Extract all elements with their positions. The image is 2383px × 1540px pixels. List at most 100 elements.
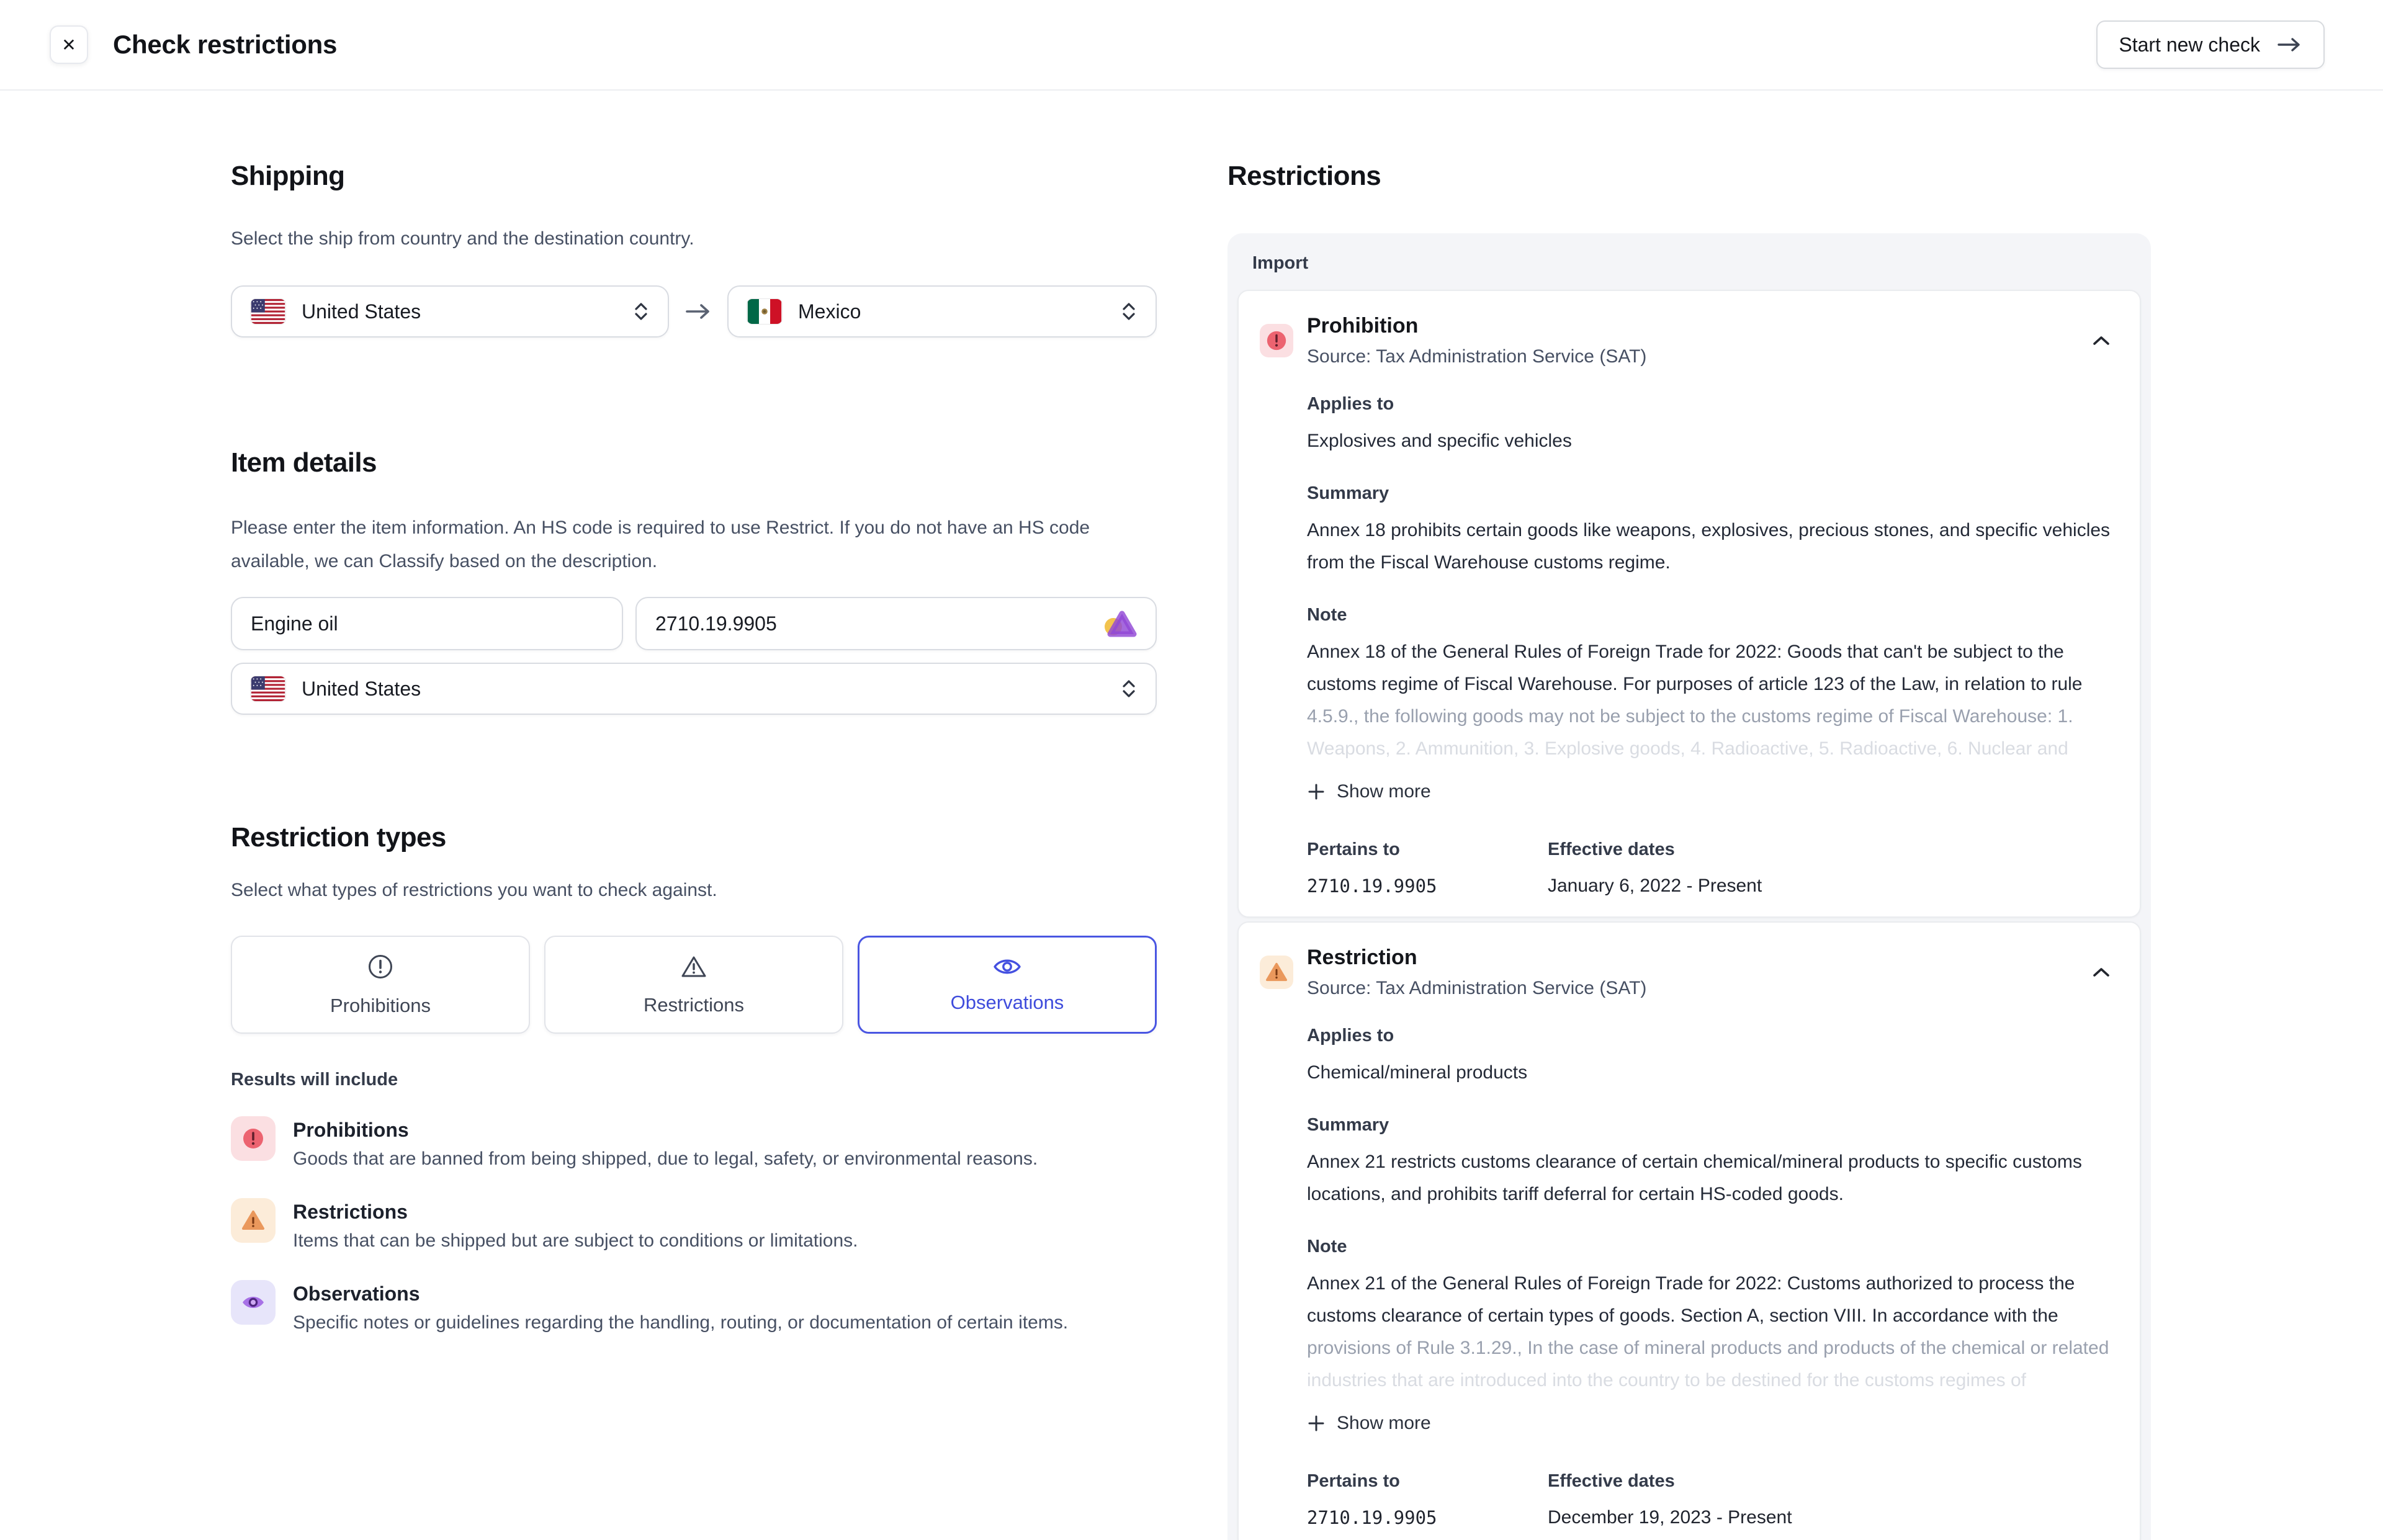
note-line: customs clearance of certain types of go… [1307, 1300, 2121, 1332]
applies-to-label: Applies to [1307, 1024, 2121, 1047]
item-details-subtext: Please enter the item information. An HS… [231, 511, 1157, 578]
note-line: Annex 18 of the General Rules of Foreign… [1307, 636, 2121, 668]
plus-icon [1307, 1414, 1326, 1433]
classify-icon [1101, 607, 1137, 640]
restriction-types-heading: Restriction types [231, 821, 1157, 854]
page-title: Check restrictions [113, 30, 337, 60]
note-value: Annex 21 of the General Rules of Foreign… [1307, 1268, 2121, 1397]
pertains-to-value: 2710.19.9905 [1307, 1506, 1548, 1529]
pertains-to-label: Pertains to [1307, 1470, 1548, 1492]
restriction-badge-icon [1260, 956, 1293, 989]
result-item-description: Goods that are banned from being shipped… [293, 1147, 1038, 1171]
restrictions-heading: Restrictions [1227, 160, 2151, 192]
shipping-subtext: Select the ship from country and the des… [231, 227, 1157, 251]
card-head-text: Restriction Source: Tax Administration S… [1307, 945, 1646, 1000]
restriction-types-subtext: Select what types of restrictions you wa… [231, 879, 1157, 902]
note-line: provisions of Rule 3.1.29., In the case … [1307, 1332, 2121, 1364]
restrictions-column: Restrictions Import Prohibition Sour [1227, 91, 2151, 1540]
note-line: 4.5.9., the following goods may not be s… [1307, 701, 2121, 733]
close-button[interactable]: ✕ [50, 25, 88, 64]
type-card-label: Prohibitions [330, 995, 431, 1017]
arrow-right-icon [2276, 36, 2302, 53]
item-description-input[interactable]: Engine oil [231, 597, 623, 650]
item-country-select[interactable]: United States [231, 663, 1157, 715]
effective-dates-value: December 19, 2023 - Present [1548, 1506, 1792, 1529]
us-flag-icon [251, 676, 285, 701]
restriction-card-restriction: Restriction Source: Tax Administration S… [1237, 921, 2141, 1540]
note-value: Annex 18 of the General Rules of Foreign… [1307, 636, 2121, 765]
eye-icon [992, 956, 1022, 978]
card-type-title: Prohibition [1307, 313, 1646, 338]
shipping-heading: Shipping [231, 160, 1157, 192]
show-more-button[interactable]: Show more [1307, 1407, 1431, 1440]
ship-from-country-select[interactable]: United States [231, 285, 669, 338]
hs-code-value: 2710.19.9905 [655, 612, 1101, 635]
type-card-restrictions[interactable]: Restrictions [544, 936, 843, 1034]
note-line: industries that are introduced into the … [1307, 1364, 2121, 1397]
note-label: Note [1307, 604, 2121, 626]
shipping-direction-arrow-icon [669, 302, 727, 321]
ship-to-country-value: Mexico [798, 300, 861, 323]
results-will-include-label: Results will include [231, 1070, 1157, 1090]
pertains-to-label: Pertains to [1307, 838, 1548, 861]
chevron-updown-icon [633, 300, 649, 323]
chevron-updown-icon [1121, 300, 1137, 323]
note-line: customs regime of Fiscal Warehouse. For … [1307, 668, 2121, 701]
card-type-title: Restriction [1307, 945, 1646, 970]
card-body: Applies to Explosives and specific vehic… [1307, 393, 2121, 898]
result-item-description: Specific notes or guidelines regarding t… [293, 1311, 1068, 1335]
item-inputs-row: Engine oil 2710.19.9905 [231, 597, 1157, 650]
pertains-to-value: 2710.19.9905 [1307, 874, 1548, 898]
import-group-panel: Import Prohibition Source: Tax Administr… [1227, 233, 2151, 1540]
hs-code-input[interactable]: 2710.19.9905 [635, 597, 1157, 650]
prohibition-badge-icon [1260, 324, 1293, 357]
summary-label: Summary [1307, 1114, 2121, 1136]
type-card-prohibitions[interactable]: Prohibitions [231, 936, 530, 1034]
restriction-type-options: Prohibitions Restrictions [231, 936, 1157, 1034]
mexico-flag-icon [747, 299, 782, 324]
show-more-label: Show more [1337, 1413, 1431, 1434]
result-item-observations: Observations Specific notes or guideline… [231, 1280, 1157, 1335]
result-item-title: Prohibitions [293, 1117, 1038, 1142]
applies-to-value: Chemical/mineral products [1307, 1057, 2121, 1089]
pertains-column: Pertains to 2710.19.9905 [1307, 1470, 1548, 1529]
ship-to-country-select[interactable]: Mexico [727, 285, 1157, 338]
result-item-text: Restrictions Items that can be shipped b… [293, 1198, 858, 1253]
effective-dates-label: Effective dates [1548, 1470, 1792, 1492]
applies-to-label: Applies to [1307, 393, 2121, 415]
effective-dates-label: Effective dates [1548, 838, 1762, 861]
us-flag-icon [251, 299, 285, 324]
card-header: Prohibition Source: Tax Administration S… [1260, 313, 2121, 368]
ship-from-country-value: United States [302, 300, 421, 323]
restriction-card-prohibition: Prohibition Source: Tax Administration S… [1237, 290, 2141, 918]
import-group-label: Import [1252, 253, 2141, 274]
main-content: Shipping Select the ship from country an… [0, 91, 2383, 1540]
collapse-card-button[interactable] [2091, 966, 2111, 978]
exclamation-circle-icon [366, 952, 395, 981]
result-item-prohibitions: Prohibitions Goods that are banned from … [231, 1116, 1157, 1171]
dates-column: Effective dates January 6, 2022 - Presen… [1548, 838, 1762, 898]
type-card-observations[interactable]: Observations [858, 936, 1157, 1034]
observation-badge-icon [231, 1280, 276, 1325]
result-item-restrictions: Restrictions Items that can be shipped b… [231, 1198, 1157, 1253]
plus-icon [1307, 782, 1326, 801]
collapse-card-button[interactable] [2091, 334, 2111, 347]
start-new-check-button[interactable]: Start new check [2096, 20, 2325, 69]
item-country-value: United States [302, 678, 421, 701]
type-card-label: Restrictions [644, 994, 744, 1016]
form-column: Shipping Select the ship from country an… [231, 91, 1157, 1335]
summary-value: Annex 18 prohibits certain goods like we… [1307, 514, 2121, 579]
result-item-title: Restrictions [293, 1199, 858, 1224]
result-item-title: Observations [293, 1281, 1068, 1306]
start-new-check-label: Start new check [2119, 34, 2260, 56]
item-details-heading: Item details [231, 447, 1157, 479]
summary-value: Annex 21 restricts customs clearance of … [1307, 1146, 2121, 1211]
card-body: Applies to Chemical/mineral products Sum… [1307, 1024, 2121, 1529]
applies-to-value: Explosives and specific vehicles [1307, 425, 2121, 457]
show-more-button[interactable]: Show more [1307, 775, 1431, 808]
dates-column: Effective dates December 19, 2023 - Pres… [1548, 1470, 1792, 1529]
note-line: Weapons, 2. Ammunition, 3. Explosive goo… [1307, 733, 2121, 765]
card-source: Source: Tax Administration Service (SAT) [1307, 977, 1646, 1000]
card-header: Restriction Source: Tax Administration S… [1260, 945, 2121, 1000]
close-icon: ✕ [61, 35, 76, 55]
